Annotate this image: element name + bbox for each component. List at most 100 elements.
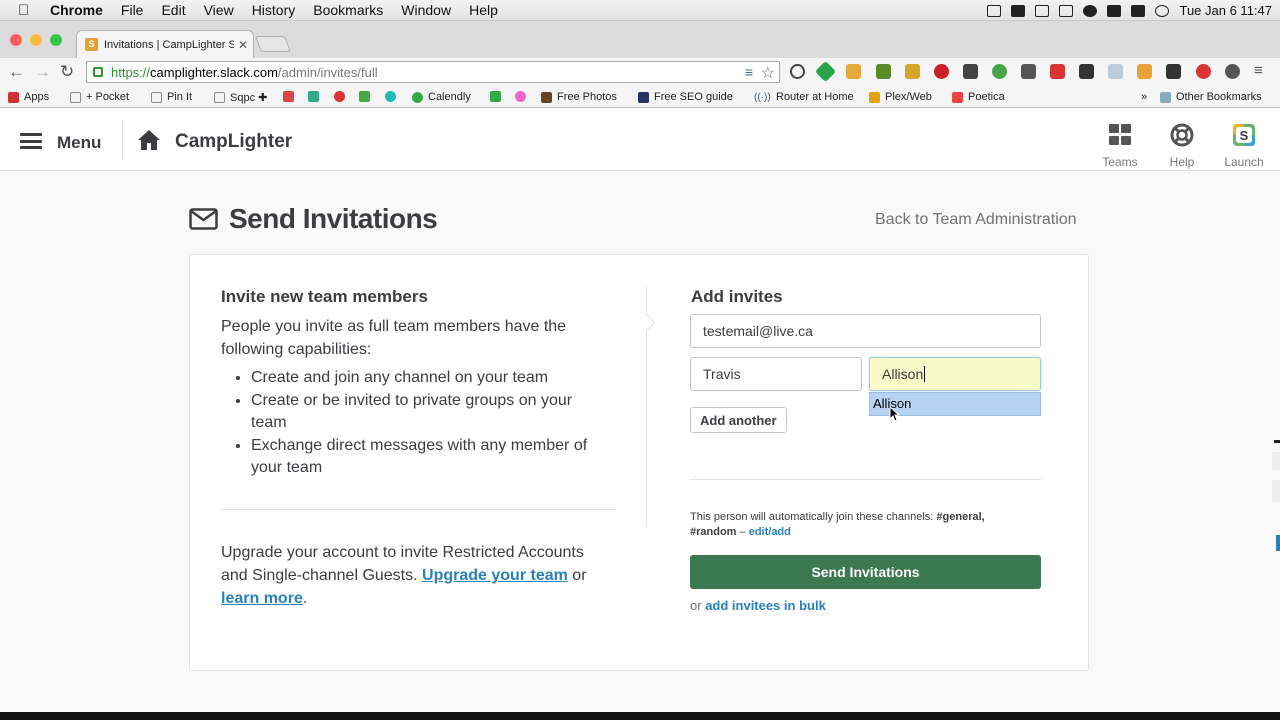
upgrade-team-link[interactable]: Upgrade your team [422,567,568,584]
download-icon[interactable] [1011,4,1026,17]
hamburger-menu-icon[interactable] [20,133,42,149]
home-icon[interactable] [137,129,161,151]
extension-icon[interactable] [1079,64,1094,79]
slack-favicon-icon: S [85,38,98,51]
buffer-icon[interactable]: ≡ [745,64,753,80]
bookmark-free-photos[interactable]: Free Photos [541,91,617,103]
list-icon[interactable] [1035,4,1050,17]
bookmark-green-play[interactable] [490,91,506,102]
edit-add-channels-link[interactable]: edit/add [749,526,791,538]
clock[interactable]: Tue Jan 6 11:47 [1179,3,1272,18]
menu-bookmarks[interactable]: Bookmarks [313,2,383,18]
new-tab-button[interactable] [255,36,291,52]
more-bookmarks-chevron-icon[interactable]: » [1141,91,1147,103]
bookmark-free-seo[interactable]: Free SEO guide [638,91,733,103]
bookmark-label: Pin It [167,91,193,103]
extension-icon[interactable] [1225,64,1240,79]
bookmark-red[interactable] [334,91,350,102]
bookmark-pink[interactable] [515,91,531,102]
last-name-field[interactable]: Allison [869,357,1041,391]
teams-label: Teams [1102,155,1138,169]
address-bar[interactable]: https:// camplighter.slack.com /admin/in… [86,61,780,83]
extension-icon[interactable] [1050,64,1065,79]
lifebuoy-icon [1170,123,1194,147]
tab-title: Invitations | CampLighter S [104,38,234,51]
add-another-button[interactable]: Add another [690,407,787,433]
menu-edit[interactable]: Edit [161,2,185,18]
cloud-icon[interactable] [987,4,1002,17]
wifi-icon: ((·)) [754,91,771,103]
team-name[interactable]: CampLighter [175,131,292,153]
photo-icon [541,91,552,103]
extension-icon[interactable] [905,64,920,79]
other-bookmarks[interactable]: Other Bookmarks [1160,91,1262,103]
chrome-menu-icon[interactable]: ≡ [1254,62,1263,79]
bookmark-calendly[interactable]: Calendly [412,91,471,103]
pocket-extension-icon[interactable] [963,64,978,79]
bookmark-poetica[interactable]: Poetica [952,91,1005,103]
screen-record-icon[interactable] [1059,4,1074,17]
bookmark-gmail[interactable] [283,91,299,102]
close-tab-icon[interactable]: ✕ [238,38,248,52]
menu-window[interactable]: Window [401,2,451,18]
app-header: Menu CampLighter Teams Help S Launch [0,109,1280,171]
extension-icon[interactable] [1166,64,1181,79]
extension-icon[interactable] [1021,64,1036,79]
play-icon [490,91,501,102]
user-icon[interactable] [1155,4,1170,17]
help-button[interactable]: Help [1157,123,1207,169]
menu-view[interactable]: View [204,2,234,18]
bookmark-apps[interactable]: Apps [8,91,49,103]
add-invitees-in-bulk-link[interactable]: add invitees in bulk [705,598,826,613]
first-name-field[interactable]: Travis [690,357,862,391]
bookmark-star-icon[interactable]: ☆ [761,63,775,83]
period: . [302,590,308,607]
extension-icon[interactable] [846,64,861,79]
minimize-window-icon[interactable] [30,34,42,46]
onepassword-extension-icon[interactable] [790,64,805,79]
feedly-extension-icon[interactable] [814,60,837,83]
drive-icon [308,91,319,102]
first-name-value: Travis [703,366,741,382]
menu-file[interactable]: File [121,2,144,18]
bookmark-circle[interactable] [385,91,401,102]
security-icon[interactable] [1131,4,1146,17]
bookmark-router[interactable]: ((·)) Router at Home [754,91,854,103]
bookmark-pin-it[interactable]: Pin It [151,91,192,103]
teams-button[interactable]: Teams [1095,123,1145,169]
bookmark-sqpc[interactable]: Sqpc ✚ [214,91,267,104]
extension-icon[interactable] [876,64,891,79]
back-arrow-icon[interactable]: ← [8,62,25,82]
menu-history[interactable]: History [252,2,296,18]
bookmark-play[interactable] [359,91,375,102]
browser-tab[interactable]: S Invitations | CampLighter S ✕ [76,30,254,58]
app-tray-icon[interactable] [1107,4,1122,17]
learn-more-link[interactable]: learn more [221,590,303,607]
apple-logo-icon[interactable]:  [18,2,34,19]
maximize-window-icon[interactable] [50,34,62,46]
page-icon [151,91,162,103]
back-to-team-admin-link[interactable]: Back to Team Administration [875,211,1077,229]
play-icon [359,91,370,102]
extension-icon[interactable] [1137,64,1152,79]
close-window-icon[interactable] [10,34,22,46]
extension-icon[interactable] [1196,64,1211,79]
launch-button[interactable]: S Launch [1219,123,1269,169]
reload-icon[interactable]: ↻ [60,62,74,82]
page-icon [70,91,81,103]
evernote-extension-icon[interactable] [992,64,1007,79]
bookmark-pocket[interactable]: + Pocket [70,91,129,103]
menu-label[interactable]: Menu [57,133,101,153]
email-value: testemail@live.ca [703,323,813,339]
menu-help[interactable]: Help [469,2,498,18]
sync-icon[interactable] [1083,4,1098,17]
lock-icon [93,67,103,77]
extension-icon[interactable] [1108,64,1123,79]
bookmark-plex[interactable]: Plex/Web [869,91,932,103]
bookmark-drive[interactable] [308,91,324,102]
email-field[interactable]: testemail@live.ca [690,314,1041,348]
send-invitations-button[interactable]: Send Invitations [690,555,1041,589]
forward-arrow-icon[interactable]: → [34,62,51,82]
menu-app-name[interactable]: Chrome [50,2,103,18]
pinterest-extension-icon[interactable] [934,64,949,79]
